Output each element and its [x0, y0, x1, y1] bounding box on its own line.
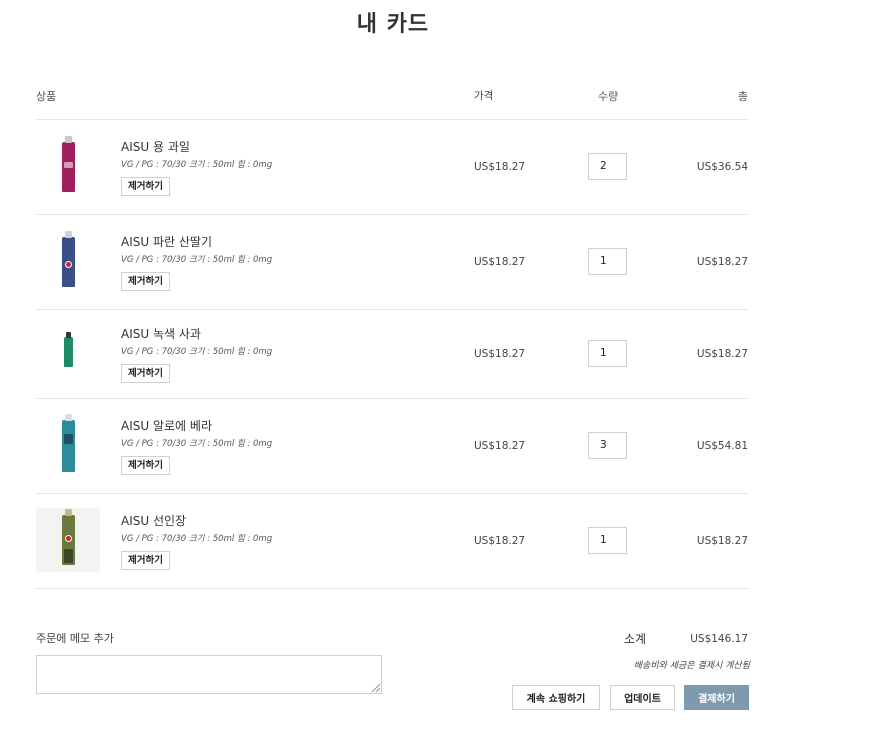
product-name[interactable]: AISU 녹색 사과	[121, 325, 201, 342]
line-total: US$18.27	[696, 535, 748, 547]
quantity-input[interactable]: 2	[588, 153, 627, 180]
product-thumbnail[interactable]	[36, 320, 100, 384]
quantity-input[interactable]: 1	[588, 340, 627, 367]
unit-price: US$18.27	[474, 440, 526, 452]
bottle-image	[61, 231, 75, 287]
unit-price: US$18.27	[474, 535, 526, 547]
column-header-quantity: 수량	[598, 90, 619, 103]
unit-price: US$18.27	[474, 256, 526, 268]
divider	[36, 588, 748, 589]
column-header-price: 가격	[474, 90, 494, 102]
product-thumbnail[interactable]	[36, 508, 100, 572]
product-variant: VG / PG : 70/30 크기 : 50ml 힘 : 0mg	[121, 160, 273, 170]
product-name[interactable]: AISU 용 과일	[121, 138, 190, 155]
continue-shopping-button[interactable]: 계속 쇼핑하기	[512, 685, 600, 710]
product-variant: VG / PG : 70/30 크기 : 50ml 힘 : 0mg	[121, 439, 273, 449]
quantity-input[interactable]: 3	[588, 432, 627, 459]
subtotal-label: 소계	[624, 632, 647, 646]
shipping-tax-note: 배송비와 세금은 결제시 계산됨	[633, 661, 750, 671]
bottle-image	[61, 414, 75, 472]
column-header-product: 상품	[36, 90, 57, 103]
remove-button[interactable]: 제거하기	[121, 272, 170, 291]
cart-row: AISU 알로에 베라 VG / PG : 70/30 크기 : 50ml 힘 …	[36, 399, 748, 493]
unit-price: US$18.27	[474, 348, 526, 360]
product-thumbnail[interactable]	[36, 414, 100, 478]
resize-handle-icon[interactable]	[372, 684, 380, 692]
cart-row: AISU 용 과일 VG / PG : 70/30 크기 : 50ml 힘 : …	[36, 120, 748, 214]
product-name[interactable]: AISU 선인장	[121, 512, 186, 529]
product-thumbnail[interactable]	[36, 135, 100, 199]
product-thumbnail[interactable]	[36, 230, 100, 294]
product-name[interactable]: AISU 파란 산딸기	[121, 233, 212, 250]
cart-row: AISU 녹색 사과 VG / PG : 70/30 크기 : 50ml 힘 :…	[36, 310, 748, 398]
quantity-input[interactable]: 1	[588, 527, 627, 554]
order-note-textarea[interactable]	[36, 655, 382, 694]
quantity-input[interactable]: 1	[588, 248, 627, 275]
update-cart-button[interactable]: 업데이트	[610, 685, 675, 710]
remove-button[interactable]: 제거하기	[121, 364, 170, 383]
line-total: US$18.27	[696, 348, 748, 360]
product-variant: VG / PG : 70/30 크기 : 50ml 힘 : 0mg	[121, 347, 273, 357]
cart-row: AISU 파란 산딸기 VG / PG : 70/30 크기 : 50ml 힘 …	[36, 215, 748, 309]
remove-button[interactable]: 제거하기	[121, 456, 170, 475]
line-total: US$36.54	[696, 161, 748, 173]
order-note-label: 주문에 메모 추가	[36, 632, 114, 645]
unit-price: US$18.27	[474, 161, 526, 173]
remove-button[interactable]: 제거하기	[121, 551, 170, 570]
line-total: US$18.27	[696, 256, 748, 268]
cart-row: AISU 선인장 VG / PG : 70/30 크기 : 50ml 힘 : 0…	[36, 494, 748, 588]
subtotal-value: US$146.17	[690, 633, 748, 645]
checkout-button[interactable]: 결제하기	[684, 685, 749, 710]
page-title: 내 카드	[356, 12, 430, 37]
bottle-image	[61, 136, 75, 192]
remove-button[interactable]: 제거하기	[121, 177, 170, 196]
product-variant: VG / PG : 70/30 크기 : 50ml 힘 : 0mg	[121, 255, 273, 265]
product-name[interactable]: AISU 알로에 베라	[121, 417, 212, 434]
product-variant: VG / PG : 70/30 크기 : 50ml 힘 : 0mg	[121, 534, 273, 544]
line-total: US$54.81	[696, 440, 748, 452]
bottle-image	[61, 509, 75, 565]
bottle-image	[63, 332, 73, 367]
column-header-total: 총	[737, 90, 748, 103]
